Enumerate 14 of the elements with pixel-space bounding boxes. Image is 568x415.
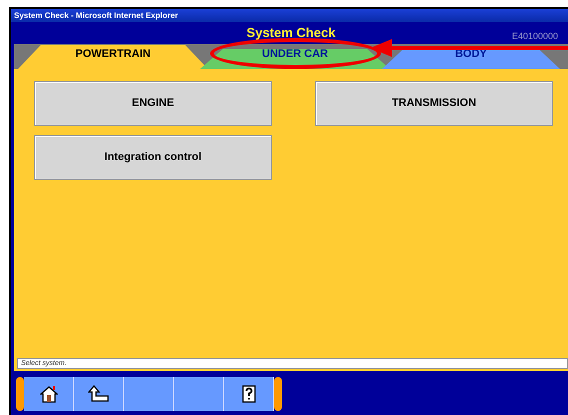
system-button[interactable]: Integration control: [34, 135, 272, 180]
home-button[interactable]: [24, 377, 74, 411]
toolbar-end-cap: [16, 377, 24, 411]
window-title: System Check - Microsoft Internet Explorer: [11, 9, 568, 22]
page-title: System Check: [246, 24, 336, 42]
back-button[interactable]: [74, 377, 124, 411]
help-book-icon: [242, 385, 256, 403]
system-button[interactable]: TRANSMISSION: [315, 81, 553, 126]
help-button[interactable]: [224, 377, 274, 411]
toolbar-end-cap: [274, 377, 282, 411]
home-icon: [40, 385, 58, 403]
system-button[interactable]: ENGINE: [34, 81, 272, 126]
screen-code: E40100000: [512, 30, 558, 42]
back-arrow-icon: [88, 385, 110, 403]
